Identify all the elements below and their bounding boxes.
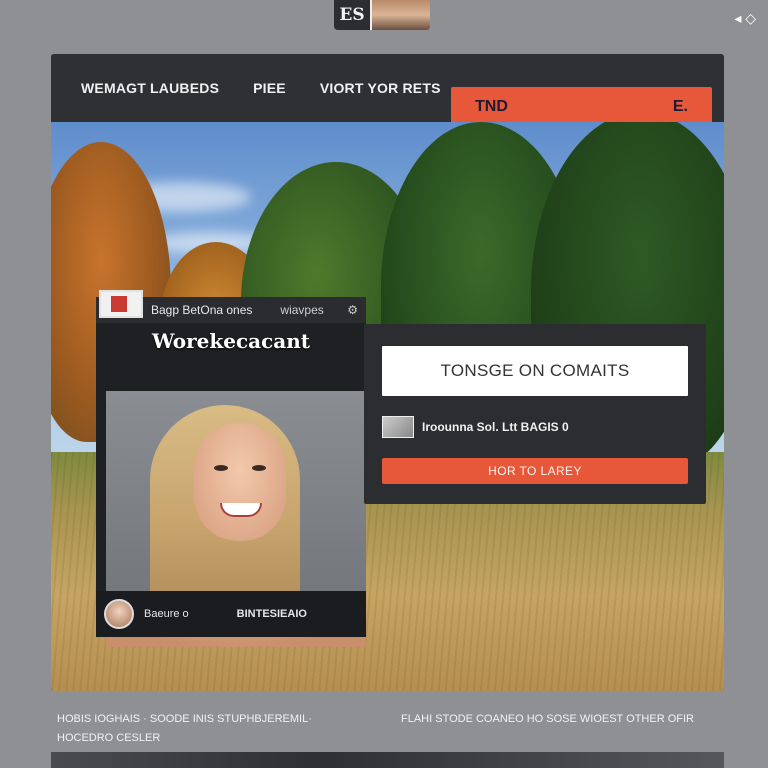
portrait-eye	[252, 465, 266, 471]
nav-item-1[interactable]: WEMAGT LAUBEDS	[81, 80, 219, 96]
footer-link[interactable]: HOCEDRO CESLER	[57, 729, 312, 748]
nav-cta-icon: E.	[672, 98, 688, 115]
footer-link[interactable]: FLAHI STODE COANEO HO SOSE WIOEST OTHER …	[401, 710, 694, 729]
nav-item-3[interactable]: VIORT YOR RETS	[320, 80, 441, 96]
settings-icon[interactable]: ⚙	[347, 303, 358, 317]
portrait-eye	[214, 465, 228, 471]
flag-icon	[99, 290, 143, 318]
footer-left-column: HOBIS IOGHAIS · SOODE INIS STUPHBJEREMIL…	[57, 710, 312, 748]
card-heading: Worekecacant	[151, 329, 311, 353]
nav-cta-label: TND	[475, 98, 508, 115]
bottom-strip	[51, 752, 724, 768]
card-footer-right[interactable]: BINTESIEAIO	[237, 608, 307, 620]
footer-right-column: FLAHI STODE COANEO HO SOSE WIOEST OTHER …	[401, 710, 694, 729]
meta-row: Iroounna Sol. Ltt BAGIS 0	[382, 416, 569, 438]
main-window: WEMAGT LAUBEDS PIEE VIORT YOR RETS TND E…	[51, 54, 724, 691]
card-header-strip: Bagp BetOna ones wiavpes ⚙	[96, 290, 366, 323]
card-strip-subtitle: wiavpes	[280, 303, 324, 317]
diamond-icon[interactable]: ◂ ◇	[734, 10, 756, 27]
card-strip-title: Bagp BetOna ones	[151, 303, 253, 317]
avatar[interactable]	[370, 0, 430, 30]
avatar[interactable]	[104, 599, 134, 629]
portrait-face	[194, 423, 286, 541]
footer-link[interactable]: HOBIS IOGHAIS · SOODE INIS STUPHBJEREMIL…	[57, 710, 312, 729]
nav-cta-button[interactable]: TND E.	[451, 87, 712, 127]
top-nav: WEMAGT LAUBEDS PIEE VIORT YOR RETS TND E…	[51, 54, 724, 127]
card-footer-left: Baeure o	[144, 608, 189, 620]
nav-item-2[interactable]: PIEE	[253, 80, 286, 96]
image-thumbnail	[382, 416, 414, 438]
meta-text: Iroounna Sol. Ltt BAGIS 0	[422, 420, 569, 434]
app-logo: ES	[334, 0, 370, 30]
primary-action-button[interactable]: HOR TO LAREY	[382, 458, 688, 484]
action-panel: TONSGE ON COMAITS Iroounna Sol. Ltt BAGI…	[364, 324, 706, 504]
search-input[interactable]: TONSGE ON COMAITS	[382, 346, 688, 396]
top-profile-badge[interactable]: ES	[334, 0, 430, 30]
card-footer: Baeure o BINTESIEAIO	[96, 591, 366, 637]
